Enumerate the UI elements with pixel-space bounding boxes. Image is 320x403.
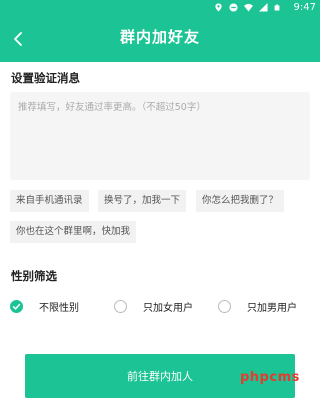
gender-option-female[interactable]: 只加女用户 <box>114 298 193 314</box>
gender-option-label: 不限性别 <box>39 302 79 314</box>
wifi-icon <box>244 3 253 12</box>
radio-checked-icon[interactable] <box>10 299 23 313</box>
suggestion-chip[interactable]: 换号了，加我一下 <box>98 190 187 212</box>
radio-unchecked-icon[interactable] <box>218 299 231 313</box>
watermark-logo: phpcms <box>240 370 300 385</box>
gender-heading: 性别筛选 <box>11 269 57 283</box>
gender-option-label: 只加女用户 <box>143 302 193 314</box>
nav-bar: 群内加好友 <box>0 22 320 58</box>
gender-option-male[interactable]: 只加男用户 <box>218 298 297 314</box>
gender-option-any[interactable]: 不限性别 <box>10 298 79 314</box>
minus-circle-icon <box>229 3 238 12</box>
status-icons <box>214 3 280 12</box>
location-icon <box>215 3 222 12</box>
page-title: 群内加好友 <box>119 28 200 46</box>
verify-heading: 设置验证消息 <box>11 71 80 85</box>
gender-option-label: 只加男用户 <box>247 302 297 314</box>
status-time: 9:47 <box>293 2 316 13</box>
verify-placeholder: 推荐填写，好友通过率更高。（不超过50字） <box>18 102 206 113</box>
radio-unchecked-icon[interactable] <box>114 299 127 313</box>
app-header: 9:47 群内加好友 <box>0 0 320 62</box>
suggestion-chip[interactable]: 来自手机通讯录 <box>10 190 89 212</box>
verify-message-input[interactable]: 推荐填写，好友通过率更高。（不超过50字） <box>10 92 310 180</box>
signal-icon <box>259 3 268 12</box>
status-bar: 9:47 <box>0 0 320 18</box>
suggestion-chip[interactable]: 你也在这个群里啊，快加我 <box>10 221 137 243</box>
suggestion-chip[interactable]: 你怎么把我删了？ <box>196 190 285 212</box>
battery-icon <box>274 4 280 11</box>
